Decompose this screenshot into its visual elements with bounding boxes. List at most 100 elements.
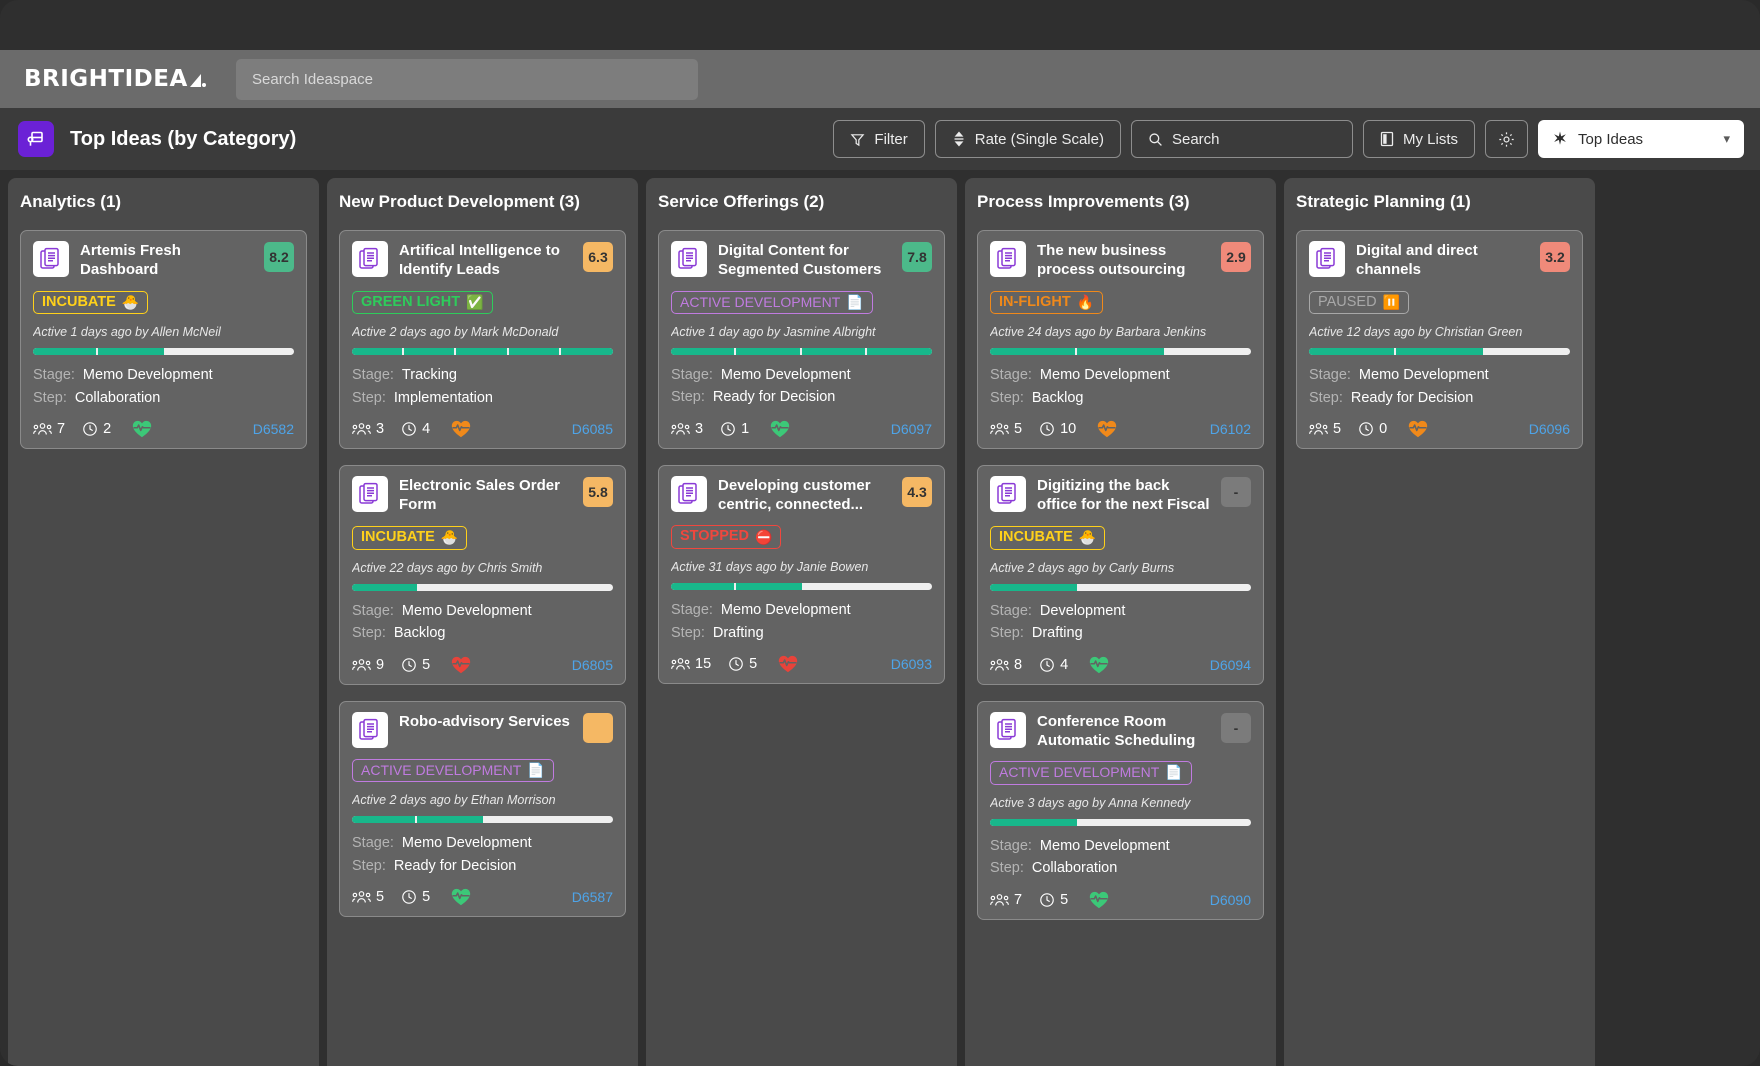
board-column: Analytics (1)Artemis Fresh Dashboard8.2I… [8, 178, 319, 1066]
column-title: Process Improvements (3) [977, 192, 1264, 212]
view-selector[interactable]: Top Ideas ▾ [1538, 120, 1744, 158]
participants-stat[interactable]: 3 [671, 421, 703, 437]
participants-stat[interactable]: 7 [33, 421, 65, 437]
heartbeat-icon[interactable] [132, 420, 152, 438]
heartbeat-icon[interactable] [1089, 891, 1109, 909]
clock-icon [82, 421, 98, 437]
people-icon [352, 890, 371, 904]
idea-id-link[interactable]: D6805 [572, 657, 613, 673]
stage-row: Stage:Memo Development [1309, 364, 1570, 386]
activity-text: Active 2 days ago by Ethan Morrison [352, 793, 613, 807]
time-stat[interactable]: 2 [82, 421, 111, 437]
time-stat[interactable]: 0 [1358, 421, 1387, 437]
idea-id-link[interactable]: D6085 [572, 421, 613, 437]
time-stat[interactable]: 5 [401, 657, 430, 673]
rate-button[interactable]: Rate (Single Scale) [935, 120, 1121, 158]
search-button[interactable]: Search [1131, 120, 1353, 158]
heartbeat-icon[interactable] [778, 655, 798, 673]
time-stat[interactable]: 5 [1039, 892, 1068, 908]
card-meta: Stage:Memo DevelopmentStep:Drafting [671, 599, 932, 644]
time-stat[interactable]: 5 [728, 656, 757, 672]
idea-card[interactable]: Artifical Intelligence to Identify Leads… [339, 230, 626, 449]
brightidea-logo[interactable]: BRIGHTIDEA [24, 66, 236, 92]
search-icon [1148, 132, 1163, 147]
status-badge[interactable]: PAUSED⏸️ [1309, 291, 1409, 315]
heartbeat-icon[interactable] [770, 420, 790, 438]
time-stat[interactable]: 1 [720, 421, 749, 437]
idea-id-link[interactable]: D6090 [1210, 892, 1251, 908]
time-stat[interactable]: 4 [401, 421, 430, 437]
heartbeat-icon[interactable] [451, 420, 471, 438]
idea-card[interactable]: Digital and direct channels3.2PAUSED⏸️Ac… [1296, 230, 1583, 449]
participants-count: 7 [57, 421, 65, 437]
time-stat[interactable]: 5 [401, 889, 430, 905]
idea-id-link[interactable]: D6097 [891, 421, 932, 437]
idea-id-link[interactable]: D6093 [891, 656, 932, 672]
participants-stat[interactable]: 15 [671, 656, 711, 672]
status-badge[interactable]: ACTIVE DEVELOPMENT📄 [352, 759, 554, 782]
activity-text: Active 3 days ago by Anna Kennedy [990, 796, 1251, 810]
card-footer: 15 5 D6093 [671, 655, 932, 675]
idea-card[interactable]: Electronic Sales Order Form5.8INCUBATE🐣A… [339, 465, 626, 684]
status-badge-label: PAUSED [1318, 295, 1377, 311]
idea-id-link[interactable]: D6094 [1210, 657, 1251, 673]
status-badge[interactable]: IN-FLIGHT🔥 [990, 291, 1103, 315]
document-icon [352, 476, 388, 512]
status-badge[interactable]: ACTIVE DEVELOPMENT📄 [990, 761, 1192, 784]
stage-row: Stage:Memo Development [671, 599, 932, 621]
participants-stat[interactable]: 8 [990, 657, 1022, 673]
participants-stat[interactable]: 3 [352, 421, 384, 437]
column-title: Service Offerings (2) [658, 192, 945, 212]
idea-card[interactable]: The new business process outsourcing2.9I… [977, 230, 1264, 449]
time-count: 5 [422, 889, 430, 905]
card-title: Conference Room Automatic Scheduling [1037, 712, 1210, 751]
participants-stat[interactable]: 9 [352, 657, 384, 673]
clock-icon [1039, 892, 1055, 908]
participants-count: 8 [1014, 657, 1022, 673]
status-badge[interactable]: GREEN LIGHT✅ [352, 291, 493, 315]
step-row: Step:Drafting [671, 622, 932, 644]
stage-row: Stage:Memo Development [990, 835, 1251, 857]
status-badge[interactable]: ACTIVE DEVELOPMENT📄 [671, 291, 873, 314]
status-badge[interactable]: INCUBATE🐣 [352, 526, 467, 550]
activity-text: Active 1 day ago by Jasmine Albright [671, 325, 932, 339]
heartbeat-icon[interactable] [451, 656, 471, 674]
participants-stat[interactable]: 7 [990, 892, 1022, 908]
idea-id-link[interactable]: D6102 [1210, 421, 1251, 437]
status-badge[interactable]: STOPPED⛔ [671, 525, 781, 549]
global-search-input[interactable]: Search Ideaspace [236, 59, 698, 100]
progress-bar [990, 348, 1251, 355]
participants-stat[interactable]: 5 [1309, 421, 1341, 437]
idea-card[interactable]: Digitizing the back office for the next … [977, 465, 1264, 684]
activity-text: Active 1 days ago by Allen McNeil [33, 325, 294, 339]
heartbeat-icon[interactable] [1089, 656, 1109, 674]
heartbeat-icon[interactable] [1408, 420, 1428, 438]
idea-id-link[interactable]: D6587 [572, 889, 613, 905]
filter-button[interactable]: Filter [833, 120, 924, 158]
status-badge[interactable]: INCUBATE🐣 [33, 291, 148, 315]
step-label: Step: [990, 387, 1024, 409]
time-stat[interactable]: 10 [1039, 421, 1076, 437]
status-badge[interactable]: INCUBATE🐣 [990, 526, 1105, 550]
idea-card[interactable]: Conference Room Automatic Scheduling- ACT… [977, 701, 1264, 920]
step-row: Step:Ready for Decision [1309, 387, 1570, 409]
idea-id-link[interactable]: D6582 [253, 421, 294, 437]
idea-card[interactable]: Digital Content for Segmented Customers7… [658, 230, 945, 449]
step-value: Collaboration [75, 387, 160, 409]
idea-card[interactable]: Artemis Fresh Dashboard8.2INCUBATE🐣Activ… [20, 230, 307, 449]
heartbeat-icon[interactable] [1097, 420, 1117, 438]
time-stat[interactable]: 4 [1039, 657, 1068, 673]
card-title: Digital Content for Segmented Customers [718, 241, 891, 280]
participants-stat[interactable]: 5 [352, 889, 384, 905]
idea-card[interactable]: Developing customer centric, connected..… [658, 465, 945, 684]
step-value: Ready for Decision [394, 855, 517, 877]
stage-label: Stage: [1309, 364, 1351, 386]
board-view-icon[interactable] [18, 121, 54, 157]
participants-stat[interactable]: 5 [990, 421, 1022, 437]
heartbeat-icon[interactable] [451, 888, 471, 906]
score-badge: - [1221, 713, 1251, 743]
idea-card[interactable]: Robo-advisory ServicesACTIVE DEVELOPMENT… [339, 701, 626, 917]
settings-button[interactable] [1485, 120, 1528, 158]
my-lists-button[interactable]: My Lists [1363, 120, 1475, 158]
idea-id-link[interactable]: D6096 [1529, 421, 1570, 437]
